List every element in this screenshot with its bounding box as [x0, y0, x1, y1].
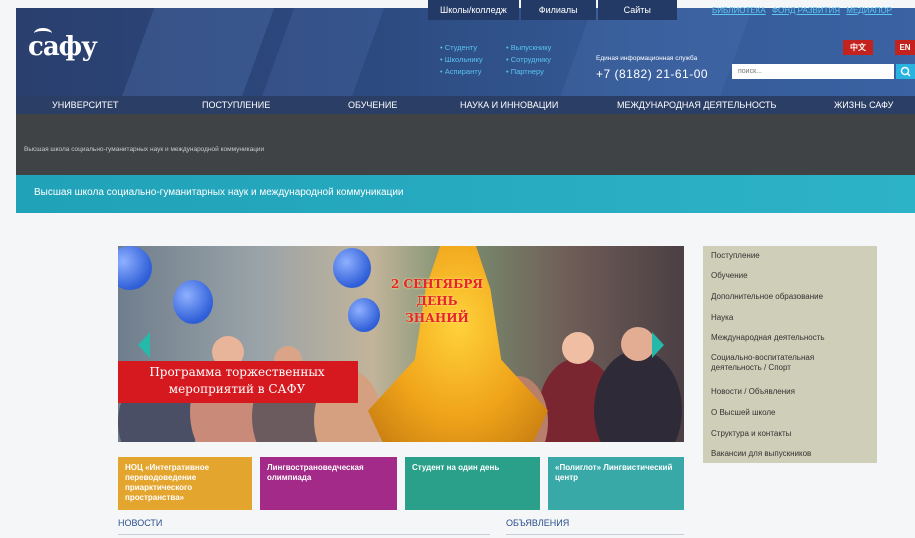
side-item-science[interactable]: Наука [711, 313, 733, 323]
tile-student-day[interactable]: Студент на один день [405, 457, 540, 510]
nav-university[interactable]: УНИВЕРСИТЕТ [52, 96, 119, 114]
audience-links: • Студенту • Выпускнику • Школьнику • Сотр… [440, 42, 580, 78]
bell-line-3: ЗНАНИЙ [405, 311, 469, 325]
link-partner[interactable]: • Партнеру [506, 66, 572, 78]
page: сафу Школы/колледж Филиалы Сайты БИБЛИОТ… [0, 0, 915, 538]
bell-line-1: 2 СЕНТЯБРЯ [391, 277, 483, 291]
news-heading[interactable]: НОВОСТИ [118, 518, 162, 528]
nav-admission[interactable]: ПОСТУПЛЕНИЕ [202, 96, 270, 114]
link-pupil[interactable]: • Школьнику [440, 54, 506, 66]
link-library[interactable]: БИБЛИОТЕКА [712, 6, 766, 15]
contact-label: Единая информационная служба [596, 55, 698, 62]
link-student[interactable]: • Студенту [440, 42, 506, 54]
balloon-icon [118, 246, 152, 290]
tab-branches[interactable]: Филиалы [520, 0, 596, 20]
slider-prev-icon[interactable] [138, 332, 150, 358]
link-staff[interactable]: • Сотруднику [506, 54, 572, 66]
tile-olympiad[interactable]: Лингвострановедческая олимпиада [260, 457, 397, 510]
side-item-extra-education[interactable]: Дополнительное образование [711, 292, 823, 302]
link-postgrad[interactable]: • Аспиранту [440, 66, 506, 78]
side-item-social[interactable]: Социально-воспитательная деятельность / … [711, 353, 861, 373]
side-item-admission[interactable]: Поступление [711, 251, 760, 261]
side-item-news[interactable]: Новости / Объявления [711, 387, 795, 397]
nav-education[interactable]: ОБУЧЕНИЕ [348, 96, 397, 114]
tab-sites[interactable]: Сайты [597, 0, 677, 20]
balloon-icon [333, 248, 371, 288]
search-input[interactable] [732, 64, 894, 79]
lang-zh-button[interactable]: 中文 [843, 40, 873, 55]
tab-schools[interactable]: Школы/колледж [428, 0, 519, 20]
side-item-structure[interactable]: Структура и контакты [711, 429, 791, 439]
side-item-international[interactable]: Международная деятельность [711, 333, 825, 343]
side-item-about[interactable]: О Высшей школе [711, 408, 776, 418]
lang-en-button[interactable]: EN [895, 40, 915, 55]
announcements-heading[interactable]: ОБЪЯВЛЕНИЯ [506, 518, 569, 528]
news-divider [118, 534, 490, 535]
search-icon [900, 66, 911, 77]
side-item-vacancies[interactable]: Вакансии для выпускников [711, 449, 811, 459]
promo-text[interactable]: Программа торжественных мероприятий в СА… [124, 364, 350, 398]
slider-next-icon[interactable] [652, 332, 664, 358]
site-logo[interactable]: сафу [28, 32, 98, 62]
contact-phone[interactable]: +7 (8182) 21-61-00 [596, 67, 708, 81]
side-item-education[interactable]: Обучение [711, 271, 748, 281]
balloon-icon [173, 280, 213, 324]
tile-noc[interactable]: НОЦ «Интегративное переводоведение приар… [118, 457, 252, 510]
announcements-divider [506, 534, 684, 535]
tile-polyglot[interactable]: «Полиглот» Лингвистический центр [548, 457, 684, 510]
link-media[interactable]: МЕДИАПОР [846, 6, 892, 15]
page-title: Высшая школа социально-гуманитарных наук… [34, 187, 404, 198]
search-button[interactable] [896, 64, 915, 79]
nav-international[interactable]: МЕЖДУНАРОДНАЯ ДЕЯТЕЛЬНОСТЬ [617, 96, 776, 114]
top-tabs: Школы/колледж Филиалы Сайты [428, 0, 679, 20]
nav-science[interactable]: НАУКА И ИННОВАЦИИ [460, 96, 558, 114]
breadcrumb[interactable]: Высшая школа социально-гуманитарных наук… [24, 146, 264, 153]
link-fund[interactable]: ФОНД РАЗВИТИЯ [772, 6, 840, 15]
bell-line-2: ДЕНЬ [416, 294, 458, 308]
breadcrumb-band [16, 114, 915, 175]
nav-life[interactable]: ЖИЗНЬ САФУ [834, 96, 893, 114]
bell-caption: 2 СЕНТЯБРЯ ДЕНЬ ЗНАНИЙ [372, 276, 502, 327]
link-graduate[interactable]: • Выпускнику [506, 42, 572, 54]
top-links: БИБЛИОТЕКА ФОНД РАЗВИТИЯ МЕДИАПОР [712, 6, 896, 15]
